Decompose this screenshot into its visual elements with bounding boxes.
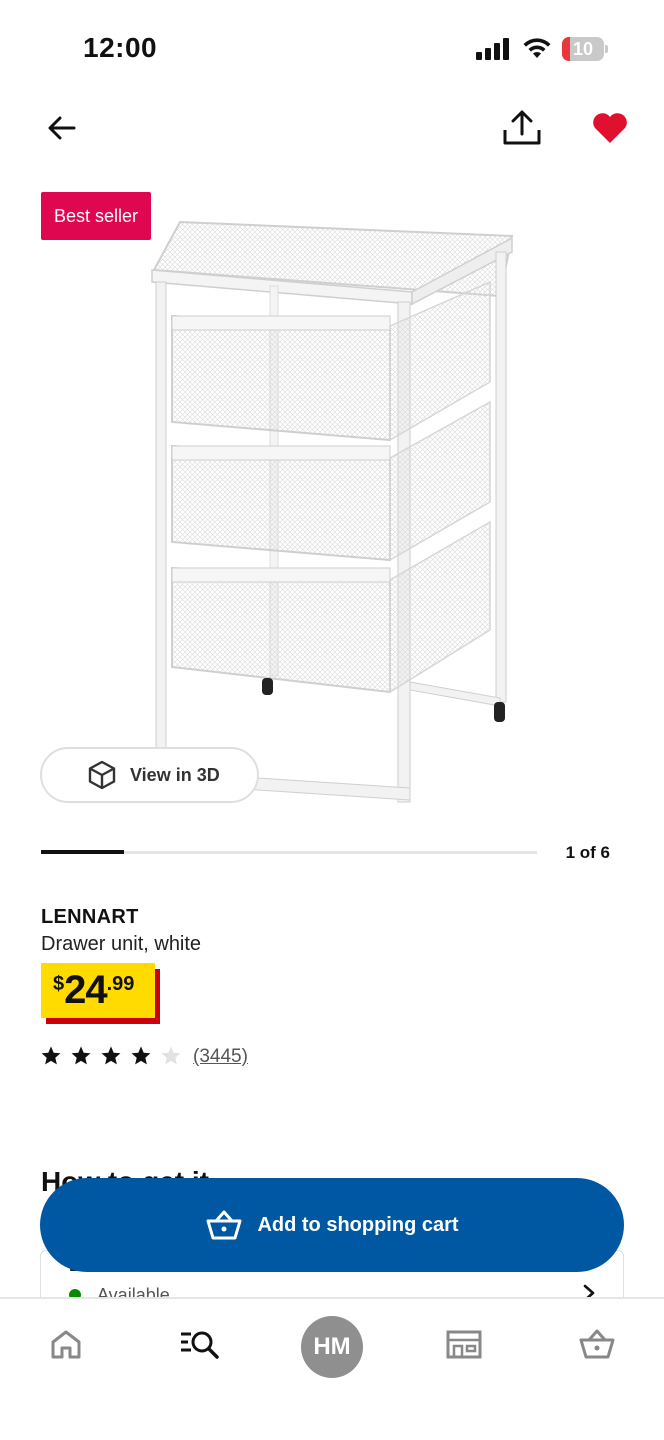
share-icon[interactable] (500, 108, 544, 148)
cart-icon (579, 1329, 615, 1359)
home-icon (51, 1330, 81, 1359)
cart-icon (206, 1210, 242, 1240)
product-description: Drawer unit, white (41, 933, 202, 955)
product-image[interactable] (140, 212, 530, 812)
star-filled-icon (71, 1046, 91, 1065)
nav-cart[interactable] (572, 1299, 622, 1389)
star-empty-icon (161, 1046, 181, 1065)
search-browse-icon (181, 1331, 219, 1359)
heart-icon[interactable] (590, 110, 630, 146)
star-filled-icon (131, 1046, 151, 1065)
price-tag: $ 24 .99 (41, 963, 155, 1018)
star-filled-icon (41, 1046, 61, 1065)
review-count-link[interactable]: (3445) (193, 1046, 248, 1068)
rating-stars[interactable] (40, 1045, 182, 1067)
gallery-position: 1 of 6 (565, 843, 610, 862)
gallery-progress (41, 850, 537, 854)
status-bar: 12:00 10 (0, 0, 664, 100)
back-arrow-icon[interactable] (44, 110, 80, 146)
price-decimal: .99 (106, 973, 135, 995)
nav-store[interactable] (440, 1299, 488, 1389)
star-filled-icon (101, 1046, 121, 1065)
gallery-progress-fill (41, 850, 124, 854)
store-icon (446, 1330, 482, 1359)
status-time: 12:00 (83, 32, 158, 63)
bottom-nav: HM (0, 1297, 664, 1440)
avatar: HM (301, 1316, 363, 1378)
view-in-3d-label: View in 3D (130, 764, 220, 785)
price-whole: 24 (64, 968, 107, 1012)
battery-level: 10 (572, 39, 594, 59)
best-seller-badge: Best seller (41, 192, 151, 240)
signal-icon (476, 38, 510, 60)
wifi-icon (523, 38, 551, 58)
product-name: LENNART (41, 906, 139, 928)
view-in-3d-button[interactable]: View in 3D (40, 747, 259, 803)
cube-icon (88, 760, 116, 790)
nav-search[interactable] (174, 1299, 224, 1389)
nav-profile[interactable]: HM (300, 1299, 364, 1389)
add-to-cart-label: Add to shopping cart (257, 1213, 459, 1236)
price-currency: $ (53, 973, 65, 995)
nav-home[interactable] (40, 1299, 92, 1389)
add-to-cart-button[interactable]: Add to shopping cart (40, 1178, 624, 1272)
battery-icon: 10 (562, 37, 604, 61)
